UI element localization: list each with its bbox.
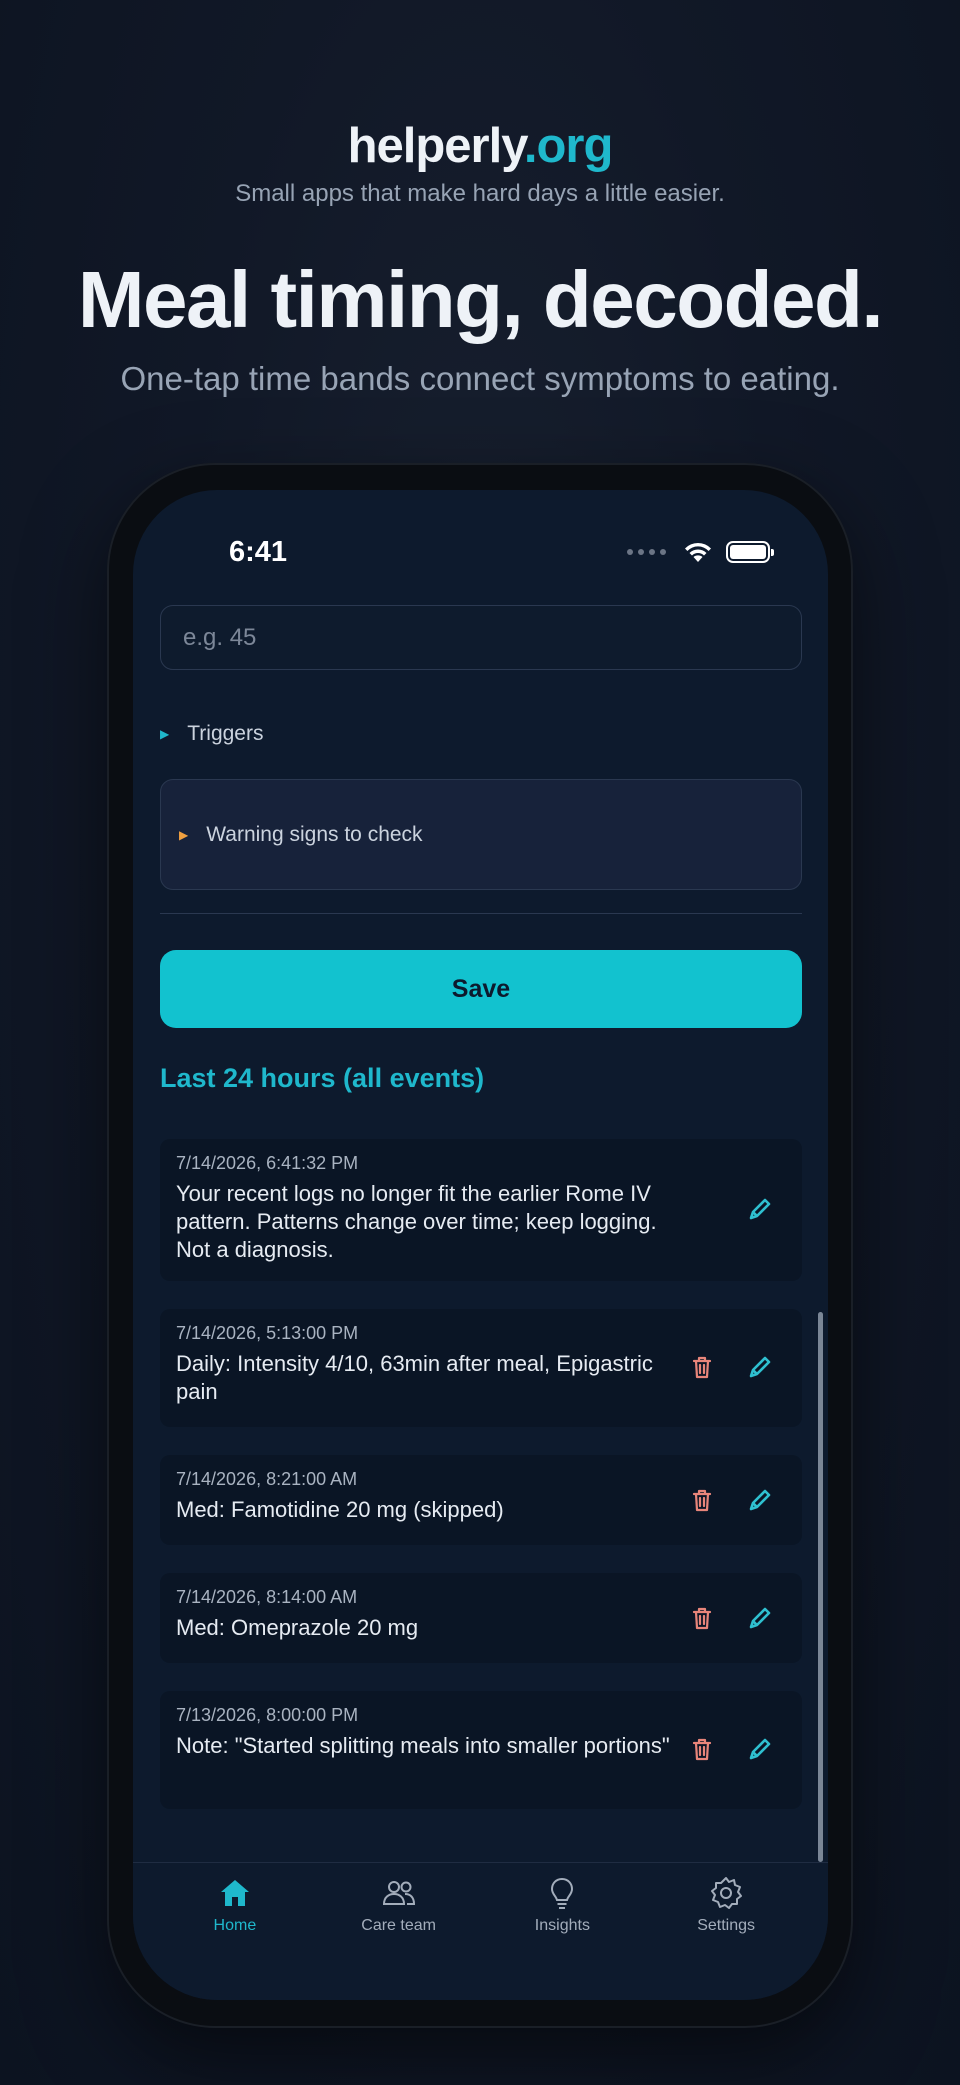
triggers-disclosure[interactable]: ▶ Triggers [160,722,263,746]
wifi-icon [685,542,711,562]
brand-logo: helperly.org [0,118,960,174]
event-text: Med: Famotidine 20 mg (skipped) [176,1497,504,1522]
edit-pencil-icon[interactable] [746,1486,774,1514]
brand-name: helperly [347,119,525,173]
trash-icon[interactable] [688,1353,716,1381]
triggers-label: Triggers [187,722,264,745]
gear-icon [711,1877,743,1909]
event-row: 7/14/2026, 6:41:32 PM Your recent logs n… [160,1139,802,1281]
tab-settings[interactable]: Settings [656,1875,796,2000]
tab-bar: Home Care team Insights Settings [133,1862,828,2000]
edit-pencil-icon[interactable] [746,1195,774,1223]
event-row: 7/14/2026, 8:21:00 AM Med: Famotidine 20… [160,1455,802,1545]
tab-label: Home [213,1917,257,1934]
event-text: Your recent logs no longer fit the earli… [176,1181,657,1262]
divider [160,913,802,914]
hero-subhead: One-tap time bands connect symptoms to e… [120,360,840,397]
tab-label: Care team [361,1917,436,1934]
warning-signs-disclosure[interactable]: ▶ Warning signs to check [160,779,802,890]
battery-icon [726,541,774,563]
home-icon [220,1880,249,1906]
scrollbar[interactable] [818,1312,823,1862]
brand-tld: .org [523,119,614,173]
disclosure-triangle-icon: ▶ [160,727,170,741]
warning-triangle-icon: ▶ [179,827,189,842]
warning-signs-label: Warning signs to check [206,822,423,846]
event-text: Daily: Intensity 4/10, 63min after meal,… [176,1351,653,1404]
event-timestamp: 7/13/2026, 8:00:00 PM [176,1705,359,1725]
tab-home[interactable]: Home [165,1875,305,2000]
tab-care-team[interactable]: Care team [329,1875,469,2000]
tab-label: Insights [534,1917,590,1934]
event-text: Med: Omeprazole 20 mg [176,1615,419,1640]
signal-icon [627,549,666,555]
event-row: 7/14/2026, 8:14:00 AM Med: Omeprazole 20… [160,1573,802,1663]
event-row: 7/13/2026, 8:00:00 PM Note: "Started spl… [160,1691,802,1809]
hero-headline: Meal timing, decoded. [77,255,884,344]
event-timestamp: 7/14/2026, 5:13:00 PM [176,1323,359,1343]
brand-tagline: Small apps that make hard days a little … [235,180,725,207]
status-time: 6:41 [229,536,288,568]
edit-pencil-icon[interactable] [746,1735,774,1763]
event-timestamp: 7/14/2026, 6:41:32 PM [176,1153,359,1173]
trash-icon[interactable] [688,1735,716,1763]
trash-icon[interactable] [688,1486,716,1514]
phone-screen: 6:41 e.g. 45 ▶ Triggers ▶ Warning signs … [133,490,828,2000]
duration-input[interactable]: e.g. 45 [160,605,802,670]
tab-insights[interactable]: Insights [492,1875,632,2000]
edit-pencil-icon[interactable] [746,1353,774,1381]
lightbulb-icon [551,1877,574,1909]
save-button[interactable]: Save [160,950,802,1028]
event-row: 7/14/2026, 5:13:00 PM Daily: Intensity 4… [160,1309,802,1427]
event-text: Note: "Started splitting meals into smal… [176,1733,670,1758]
tab-label: Settings [697,1917,756,1934]
people-icon [382,1881,415,1905]
edit-pencil-icon[interactable] [746,1604,774,1632]
events-section-title: Last 24 hours (all events) [160,1063,485,1093]
status-icons [627,540,774,564]
trash-icon[interactable] [688,1604,716,1632]
